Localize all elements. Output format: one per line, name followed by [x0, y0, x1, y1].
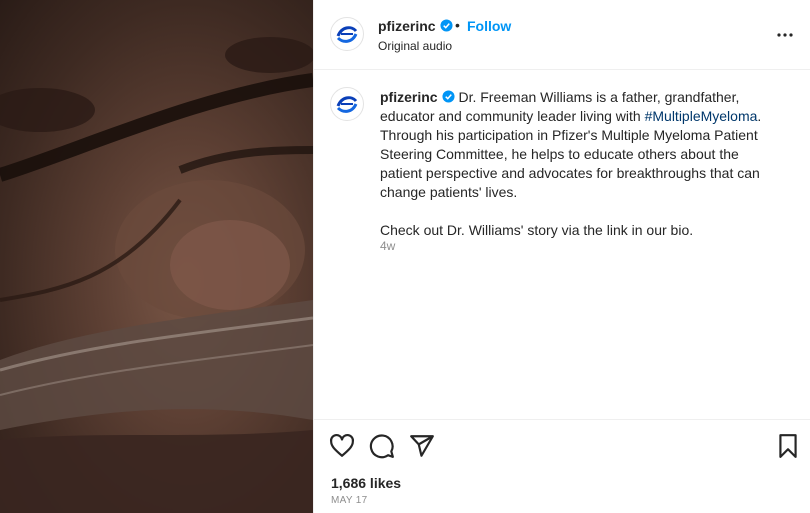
post-header: pfizerinc • Follow Original audio — [314, 0, 810, 70]
hashtag-link[interactable]: #MultipleMyeloma — [645, 108, 758, 124]
bookmark-icon[interactable] — [775, 433, 801, 459]
verified-badge-icon — [440, 19, 453, 32]
media-image — [0, 37, 313, 513]
pfizer-logo-icon — [335, 92, 359, 116]
share-icon[interactable] — [409, 433, 435, 459]
post-media[interactable] — [0, 0, 313, 513]
caption-second-paragraph: Check out Dr. Williams' story via the li… — [380, 222, 694, 238]
pfizer-logo-icon — [335, 22, 359, 46]
follow-button[interactable]: Follow — [467, 18, 511, 34]
post-panel: pfizerinc • Follow Original audio pfizer… — [313, 0, 810, 513]
header-username-text[interactable]: pfizerinc — [378, 18, 436, 34]
caption-text: pfizerinc Dr. Freeman Williams is a fath… — [380, 88, 780, 240]
caption-username[interactable]: pfizerinc — [380, 89, 438, 105]
likes-count[interactable]: 1,686 likes — [331, 475, 401, 491]
post-date[interactable]: MAY 17 — [331, 495, 367, 506]
separator-dot: • — [455, 17, 460, 33]
comment-icon[interactable] — [369, 433, 395, 459]
more-options-icon[interactable] — [774, 24, 796, 46]
verified-badge-icon — [442, 90, 455, 103]
avatar[interactable] — [330, 17, 364, 51]
header-username[interactable]: pfizerinc — [378, 18, 453, 34]
action-bar: 1,686 likes MAY 17 — [314, 419, 810, 513]
caption-area: pfizerinc Dr. Freeman Williams is a fath… — [314, 71, 810, 419]
caption-avatar[interactable] — [330, 87, 364, 121]
audio-label[interactable]: Original audio — [378, 39, 452, 53]
heart-icon[interactable] — [329, 433, 355, 459]
caption-age[interactable]: 4w — [380, 239, 395, 253]
